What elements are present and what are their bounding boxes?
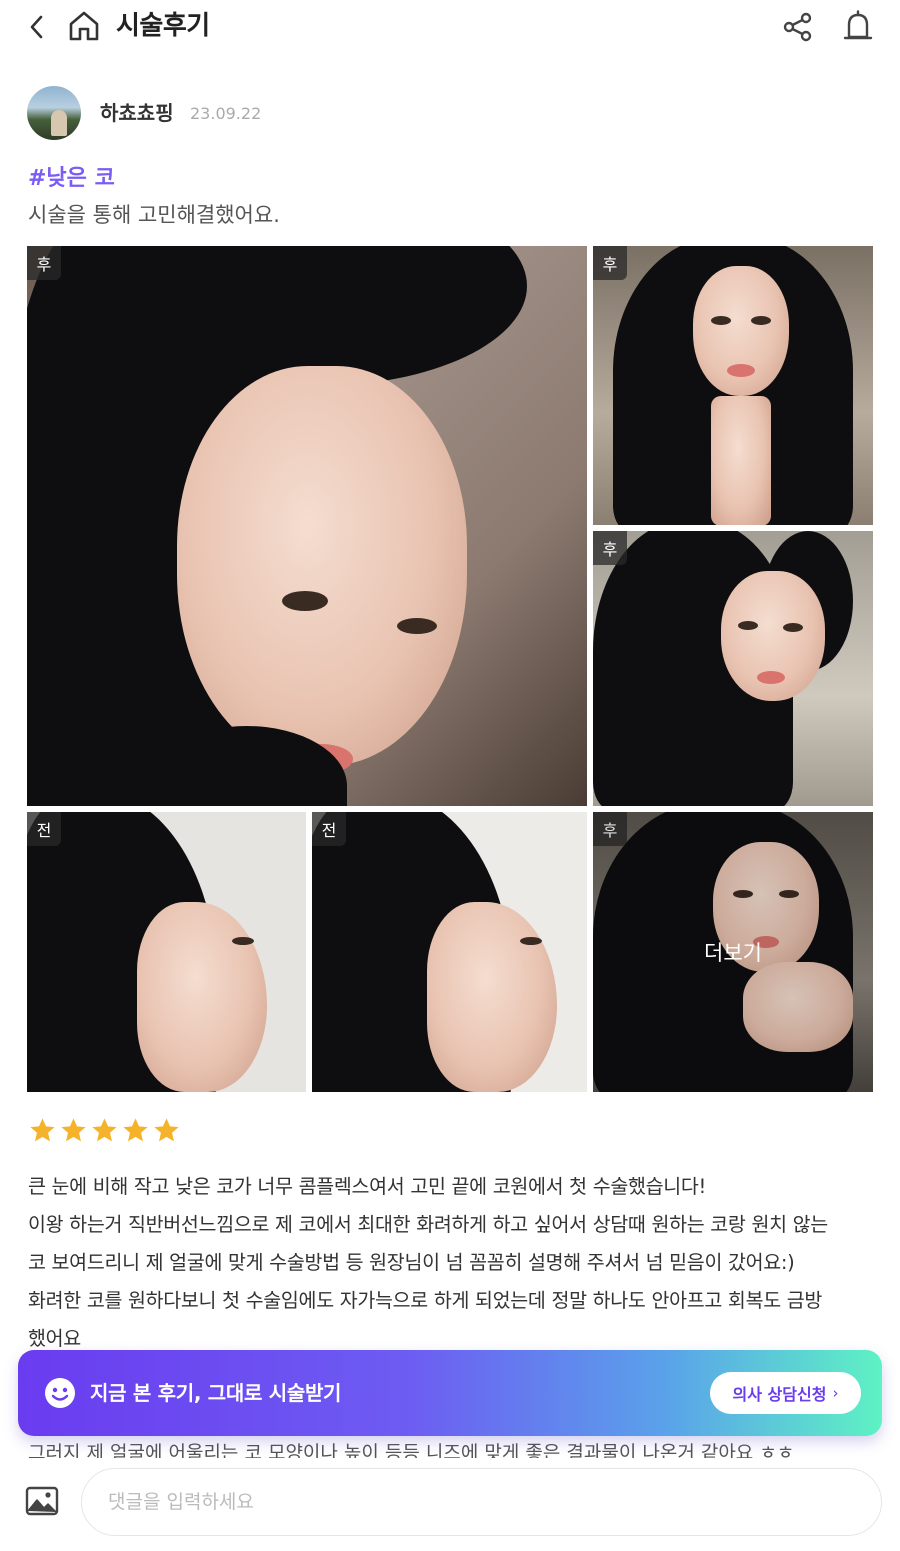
smile-icon	[45, 1378, 75, 1408]
notify-button[interactable]	[840, 8, 876, 46]
comment-bar	[0, 1458, 900, 1551]
home-button[interactable]	[66, 8, 102, 44]
photo-after-1[interactable]: 후	[27, 246, 587, 806]
review-body: 큰 눈에 비해 작고 낮은 코가 너무 콤플렉스여서 고민 끝에 코원에서 첫 …	[28, 1168, 878, 1358]
comment-input[interactable]	[81, 1468, 882, 1536]
chevron-left-icon	[30, 15, 43, 39]
photo-before-2[interactable]: 전	[312, 812, 587, 1092]
bell-icon	[843, 10, 873, 40]
post-date: 23.09.22	[190, 104, 262, 123]
page-title: 시술후기	[116, 11, 210, 41]
photo-after-3[interactable]: 후	[593, 531, 873, 806]
after-badge: 후	[593, 531, 627, 565]
more-photos-label[interactable]: 더보기	[593, 812, 873, 1092]
photo-after-more[interactable]: 후 더보기	[593, 812, 873, 1092]
review-line: 이왕 하는거 직반버선느낌으로 제 코에서 최대한 화려하게 하고 싶어서 상담…	[28, 1213, 828, 1236]
back-button[interactable]	[22, 10, 52, 44]
after-badge: 후	[593, 246, 627, 280]
banner-text: 지금 본 후기, 그대로 시술받기	[90, 1381, 342, 1405]
consult-button-label: 의사 상담신청	[732, 1385, 827, 1404]
review-line: 코 보여드리니 제 얼굴에 맞게 수술방법 등 원장님이 넘 꼼꼼히 설명해 주…	[28, 1251, 795, 1274]
post-summary: 시술을 통해 고민해결했어요.	[28, 203, 280, 227]
photo-after-2[interactable]: 후	[593, 246, 873, 525]
avatar[interactable]	[27, 86, 81, 140]
star-icon	[30, 1118, 55, 1142]
star-icon	[92, 1118, 117, 1142]
rating-stars	[28, 1116, 181, 1146]
consult-request-button[interactable]: 의사 상담신청 ›	[710, 1372, 861, 1414]
top-bar: 시술후기	[0, 0, 900, 54]
after-badge: 후	[27, 246, 61, 280]
book-procedure-banner[interactable]: 지금 본 후기, 그대로 시술받기 의사 상담신청 ›	[18, 1350, 882, 1436]
star-icon	[61, 1118, 86, 1142]
author-name[interactable]: 하쵸쵸핑	[100, 99, 174, 127]
chevron-right-icon: ›	[832, 1384, 839, 1402]
share-button[interactable]	[780, 8, 816, 46]
review-line: 화려한 코를 원하다보니 첫 수술임에도 자가늑으로 하게 되었는데 정말 하나…	[28, 1289, 823, 1312]
home-icon	[69, 11, 99, 41]
before-badge: 전	[27, 812, 61, 846]
photo-before-1[interactable]: 전	[27, 812, 306, 1092]
review-line-partial: 그러지 제 얼굴에 어울리는 코 모양이나 높이 등등 니즈에 맞게 좋은 결과…	[28, 1442, 795, 1460]
star-icon	[154, 1118, 179, 1142]
procedure-tag[interactable]: #낮은 코	[28, 164, 115, 194]
review-line: 큰 눈에 비해 작고 낮은 코가 너무 콤플렉스여서 고민 끝에 코원에서 첫 …	[28, 1175, 707, 1198]
share-icon	[783, 12, 812, 42]
star-icon	[123, 1118, 148, 1142]
image-icon[interactable]	[24, 1483, 60, 1519]
before-badge: 전	[312, 812, 346, 846]
